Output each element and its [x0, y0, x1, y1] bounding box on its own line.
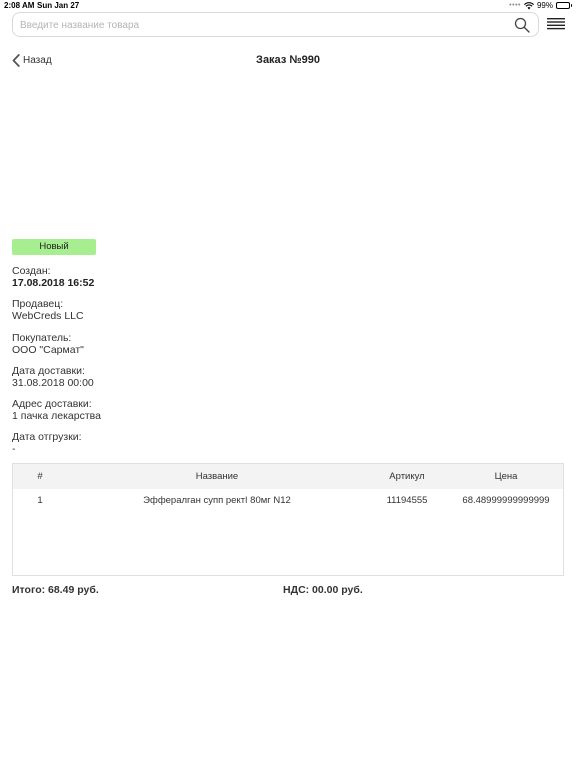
field-value: WebCreds LLC [12, 310, 84, 322]
field-seller: Продавец: WebCreds LLC [12, 298, 84, 322]
table-header: # Название Артикул Цена [13, 464, 563, 489]
column-header-number: # [37, 471, 43, 482]
field-delivery-address: Адрес доставки: 1 пачка лекарства [12, 398, 101, 422]
field-created: Создан: 17.08.2018 16:52 [12, 265, 94, 289]
cell-number: 1 [37, 495, 43, 506]
status-bar: 2:08 AM Sun Jan 27 •••• 99% [0, 0, 576, 11]
wifi-icon [524, 1, 534, 9]
cell-article: 11194555 [386, 495, 428, 506]
column-header-name: Название [195, 471, 239, 482]
status-badge: Новый [12, 239, 96, 255]
status-date: Sun Jan 27 [37, 1, 80, 10]
search-input[interactable] [20, 16, 500, 34]
table-row[interactable]: 1 Эффералган супп ректǀ 80мг N12 1119455… [13, 489, 563, 515]
search-icon[interactable] [514, 17, 530, 33]
field-label: Дата отгрузки: [12, 431, 82, 443]
column-header-price: Цена [494, 471, 518, 482]
field-delivery-date: Дата доставки: 31.08.2018 00:00 [12, 365, 94, 389]
items-table: # Название Артикул Цена 1 Эффералган суп… [12, 463, 564, 576]
field-label: Создан: [12, 265, 51, 277]
field-value: 31.08.2018 00:00 [12, 377, 94, 389]
battery-icon [556, 2, 572, 9]
status-time: 2:08 AM [4, 1, 35, 10]
column-header-article: Артикул [389, 471, 425, 482]
field-label: Покупатель: [12, 332, 72, 344]
field-label: Адрес доставки: [12, 398, 92, 410]
total-amount: Итого: 68.49 руб. [12, 584, 99, 596]
field-value: ООО "Сармат" [12, 344, 84, 356]
field-value: 1 пачка лекарства [12, 410, 101, 422]
field-label: Дата доставки: [12, 365, 85, 377]
status-right: •••• 99% [509, 1, 572, 10]
field-buyer: Покупатель: ООО "Сармат" [12, 332, 84, 356]
field-value: - [12, 443, 16, 455]
field-label: Продавец: [12, 298, 64, 310]
hamburger-menu-icon[interactable] [547, 17, 565, 31]
search-box[interactable] [12, 12, 539, 37]
cell-price: 68.48999999999999 [462, 495, 550, 506]
field-shipment-date: Дата отгрузки: - [12, 431, 82, 455]
cell-name: Эффералган супп ректǀ 80мг N12 [143, 495, 291, 506]
vat-amount: НДС: 00.00 руб. [283, 584, 363, 596]
field-value: 17.08.2018 16:52 [12, 277, 95, 289]
signal-icon: •••• [509, 2, 521, 9]
battery-percent: 99% [536, 1, 553, 10]
page-title: Заказ №990 [256, 54, 320, 66]
